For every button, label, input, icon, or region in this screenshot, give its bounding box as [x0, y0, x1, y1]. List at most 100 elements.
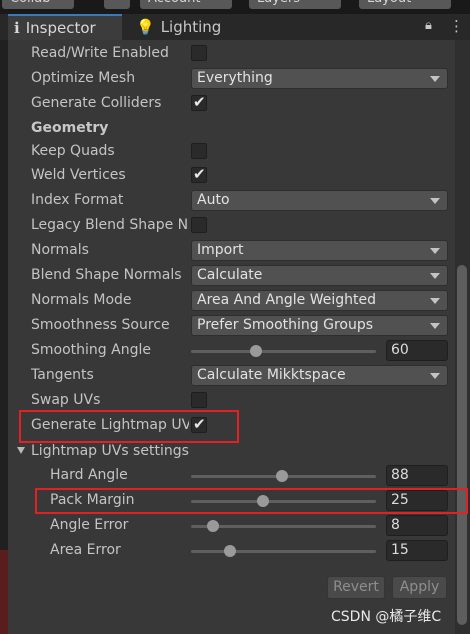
highlight-box-pack-margin	[35, 488, 468, 514]
legacy-blend-shape-label: Legacy Blend Shape N	[31, 217, 188, 233]
read-write-enabled-label: Read/Write Enabled	[31, 45, 169, 61]
optimize-mesh-value: Everything	[197, 70, 273, 86]
row-legacy-blend-shape: Legacy Blend Shape N	[0, 213, 455, 238]
smoothing-angle-label: Smoothing Angle	[31, 342, 151, 358]
normals-mode-label: Normals Mode	[31, 292, 132, 308]
row-angle-error: Angle Error 8	[0, 513, 455, 538]
index-format-value: Auto	[197, 192, 230, 208]
hard-angle-value: 88	[391, 467, 409, 483]
weld-vertices-checkbox[interactable]: ✔	[191, 165, 207, 183]
tab-inspector[interactable]: ℹ Inspector	[8, 14, 122, 40]
row-weld-vertices: Weld Vertices ✔	[0, 163, 455, 188]
swap-uvs-checkbox[interactable]	[191, 392, 207, 408]
hard-angle-slider[interactable]	[191, 470, 376, 482]
area-error-slider[interactable]	[191, 545, 376, 557]
hard-angle-slider-thumb[interactable]	[275, 470, 288, 482]
menu-icon[interactable]: ⋮	[449, 17, 464, 35]
smoothing-angle-value: 60	[391, 342, 409, 358]
row-normals: Normals Import	[0, 238, 455, 263]
normals-mode-value: Area And Angle Weighted	[197, 292, 377, 308]
read-write-enabled-checkbox[interactable]	[191, 45, 207, 61]
highlight-box-generate-lightmap	[19, 410, 239, 443]
smoothing-angle-field[interactable]: 60	[386, 340, 448, 361]
tangents-dropdown[interactable]: Calculate Mikktspace	[191, 365, 448, 386]
area-error-value: 15	[391, 542, 409, 558]
smoothness-source-label: Smoothness Source	[31, 317, 170, 333]
tangents-value: Calculate Mikktspace	[197, 367, 346, 383]
watermark: CSDN @橘子维C	[331, 609, 442, 625]
account-button[interactable]: Account	[140, 0, 232, 9]
dropdown-arrow-icon	[430, 198, 440, 204]
keep-quads-checkbox[interactable]	[191, 143, 207, 159]
smoothing-angle-slider-thumb[interactable]	[249, 345, 262, 357]
angle-error-value: 8	[391, 517, 400, 533]
dropdown-arrow-icon	[430, 298, 440, 304]
lock-icon[interactable]: 🔒︎	[425, 18, 432, 33]
area-error-label: Area Error	[50, 542, 121, 558]
checkmark-icon: ✔	[193, 165, 206, 183]
hard-angle-label: Hard Angle	[50, 467, 128, 483]
checkmark-icon: ✔	[193, 93, 206, 111]
hard-angle-field[interactable]: 88	[386, 465, 448, 486]
blend-shape-normals-label: Blend Shape Normals	[31, 267, 182, 283]
dropdown-arrow-icon	[430, 76, 440, 82]
weld-vertices-label: Weld Vertices	[31, 167, 126, 183]
dropdown-arrow-icon	[430, 248, 440, 254]
row-tangents: Tangents Calculate Mikktspace	[0, 363, 455, 388]
row-generate-colliders: Generate Colliders ✔	[0, 91, 455, 116]
keep-quads-label: Keep Quads	[31, 143, 115, 159]
dropdown-arrow-icon	[430, 373, 440, 379]
apply-button[interactable]: Apply	[392, 576, 447, 599]
tab-lighting[interactable]: 💡 Lighting	[136, 14, 221, 40]
lightbulb-icon: 💡	[136, 18, 155, 36]
area-error-slider-thumb[interactable]	[223, 545, 236, 557]
index-format-label: Index Format	[31, 192, 124, 208]
tab-lighting-label: Lighting	[160, 18, 222, 36]
geometry-header: Geometry	[31, 120, 109, 136]
layers-button[interactable]: Layers	[249, 0, 341, 9]
row-keep-quads: Keep Quads	[0, 139, 455, 164]
normals-value: Import	[197, 242, 244, 258]
row-hard-angle: Hard Angle 88	[0, 463, 455, 488]
angle-error-slider[interactable]	[191, 520, 376, 532]
row-smoothness-source: Smoothness Source Prefer Smoothing Group…	[0, 313, 455, 338]
foldout-arrow-icon[interactable]	[17, 447, 25, 454]
normals-mode-dropdown[interactable]: Area And Angle Weighted	[191, 290, 448, 311]
normals-label: Normals	[31, 242, 89, 258]
blend-shape-normals-value: Calculate	[197, 267, 263, 283]
row-index-format: Index Format Auto	[0, 188, 455, 213]
smoothing-angle-slider[interactable]	[191, 345, 376, 357]
optimize-mesh-label: Optimize Mesh	[31, 70, 136, 86]
dropdown-arrow-icon	[430, 273, 440, 279]
row-blend-shape-normals: Blend Shape Normals Calculate	[0, 263, 455, 288]
scrollbar-thumb[interactable]	[457, 265, 467, 625]
info-icon: ℹ	[14, 19, 20, 37]
top-toolbar: Collab Account Layers Layout	[0, 0, 470, 14]
blend-shape-normals-dropdown[interactable]: Calculate	[191, 265, 448, 286]
tab-inspector-label: Inspector	[25, 19, 96, 37]
row-optimize-mesh: Optimize Mesh Everything	[0, 66, 455, 91]
legacy-blend-shape-checkbox[interactable]	[191, 217, 207, 233]
generate-colliders-checkbox[interactable]: ✔	[191, 93, 207, 111]
generate-colliders-label: Generate Colliders	[31, 95, 162, 111]
angle-error-label: Angle Error	[50, 517, 129, 533]
smoothness-source-value: Prefer Smoothing Groups	[197, 317, 374, 333]
row-smoothing-angle: Smoothing Angle 60	[0, 338, 455, 363]
angle-error-slider-thumb[interactable]	[207, 520, 220, 532]
scrollbar[interactable]	[455, 40, 470, 634]
area-error-field[interactable]: 15	[386, 540, 448, 561]
layout-button[interactable]: Layout	[359, 0, 451, 9]
row-area-error: Area Error 15	[0, 538, 455, 563]
row-read-write-enabled: Read/Write Enabled	[0, 41, 455, 66]
index-format-dropdown[interactable]: Auto	[191, 190, 448, 211]
revert-button[interactable]: Revert	[327, 576, 385, 599]
smoothness-source-dropdown[interactable]: Prefer Smoothing Groups	[191, 315, 448, 336]
optimize-mesh-dropdown[interactable]: Everything	[191, 68, 448, 89]
normals-dropdown[interactable]: Import	[191, 240, 448, 261]
angle-error-field[interactable]: 8	[386, 515, 448, 536]
collab-button[interactable]: Collab	[2, 0, 74, 9]
dropdown-arrow-icon	[430, 323, 440, 329]
cloud-button[interactable]	[104, 0, 130, 9]
tangents-label: Tangents	[31, 367, 94, 383]
row-normals-mode: Normals Mode Area And Angle Weighted	[0, 288, 455, 313]
